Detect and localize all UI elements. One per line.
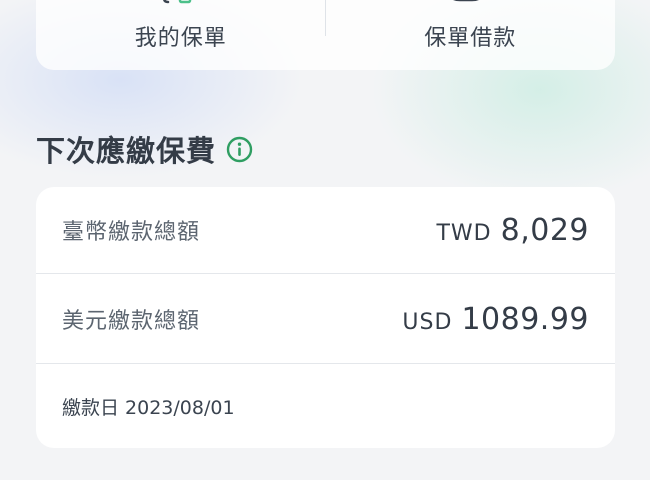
usd-amount-value: 1089.99	[461, 301, 589, 337]
premium-summary-card: 臺幣繳款總額 TWD 8,029 美元繳款總額 USD 1089.99 繳款日 …	[36, 187, 615, 448]
twd-total-amount: TWD 8,029	[436, 213, 589, 248]
twd-amount-value: 8,029	[500, 212, 589, 248]
twd-total-row: 臺幣繳款總額 TWD 8,029	[36, 187, 615, 274]
policy-loan-label: 保單借款	[424, 26, 517, 51]
my-policy-button[interactable]: 我的保單	[36, 0, 326, 70]
policy-document-icon	[163, 0, 192, 4]
usd-currency: USD	[402, 309, 453, 335]
twd-currency: TWD	[436, 220, 492, 246]
due-date-text: 繳款日 2023/08/01	[62, 397, 235, 419]
usd-total-amount: USD 1089.99	[402, 302, 589, 337]
info-circle-icon[interactable]	[226, 136, 253, 163]
next-premium-title: 下次應繳保費	[36, 134, 217, 168]
loan-icon	[452, 0, 479, 2]
policy-loan-button[interactable]: 保單借款	[326, 0, 616, 70]
next-premium-heading: 下次應繳保費	[36, 128, 253, 170]
due-date-row: 繳款日 2023/08/01	[36, 365, 615, 448]
twd-total-label: 臺幣繳款總額	[62, 220, 201, 245]
my-policy-label: 我的保單	[134, 26, 227, 51]
quick-actions-card: 我的保單 保單借款	[36, 0, 615, 70]
usd-total-row: 美元繳款總額 USD 1089.99	[36, 275, 615, 364]
usd-total-label: 美元繳款總額	[62, 309, 201, 334]
